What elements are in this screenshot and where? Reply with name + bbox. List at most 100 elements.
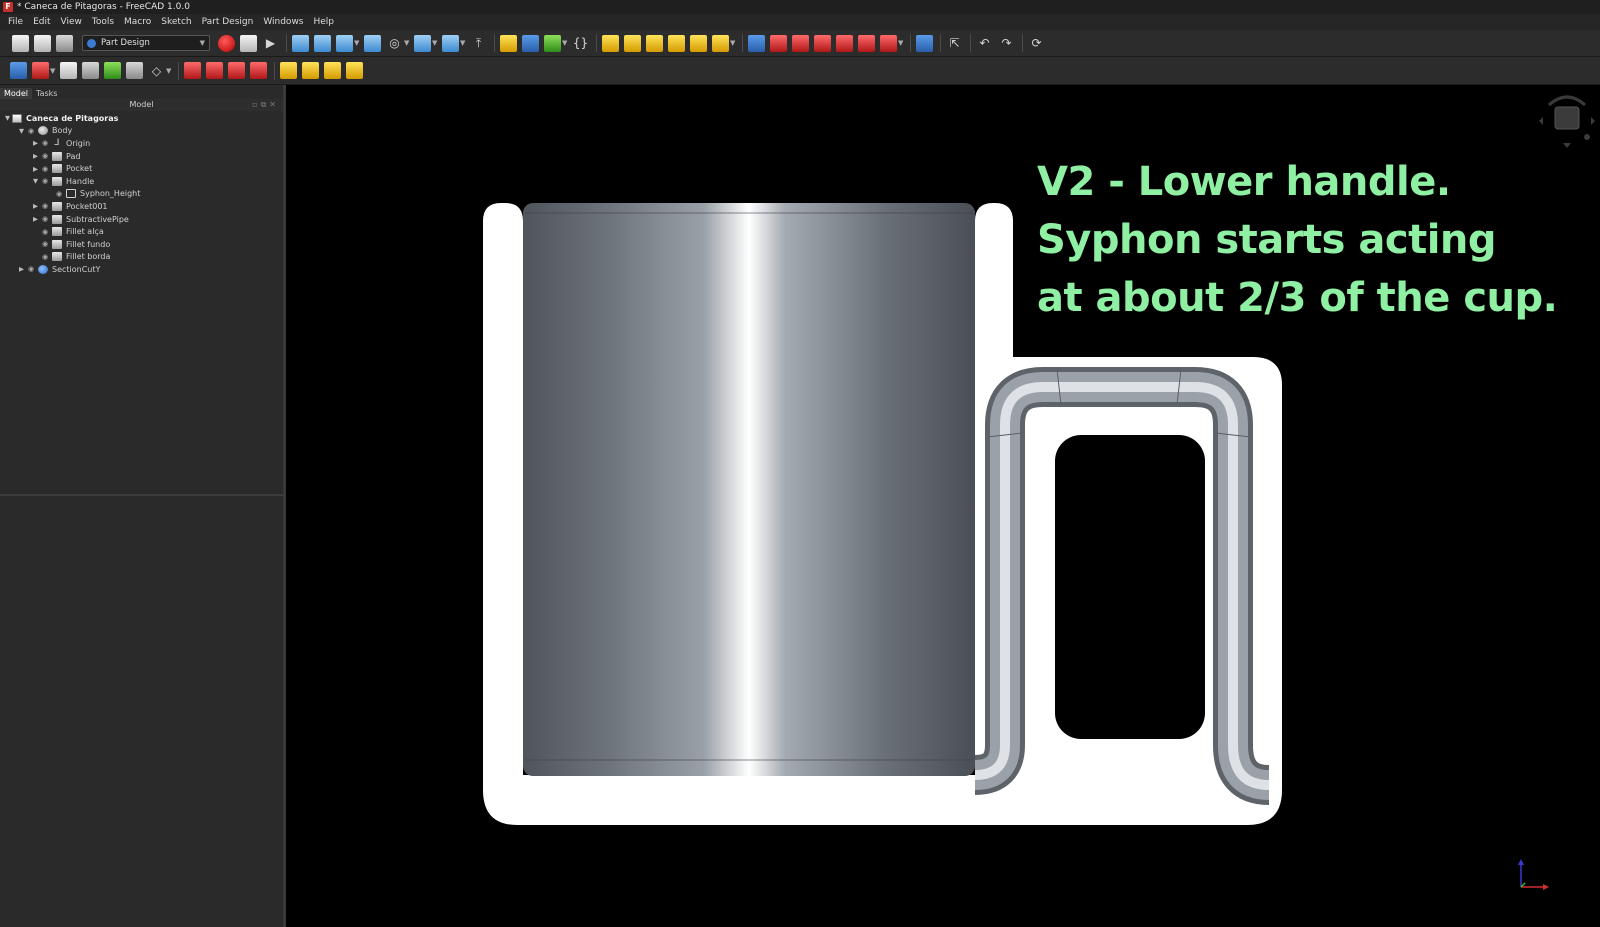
hole-icon[interactable] <box>770 34 787 52</box>
tree-item[interactable]: ▶ ◉ Pocket001 <box>0 200 283 213</box>
shape-binder-icon[interactable] <box>126 62 143 79</box>
collapsed-arrow-icon[interactable]: ▶ <box>17 265 26 273</box>
expanded-arrow-icon[interactable]: ▼ <box>17 127 26 135</box>
linear-pattern-icon[interactable] <box>302 62 319 79</box>
expanded-arrow-icon[interactable]: ▼ <box>31 177 40 185</box>
groove-icon[interactable] <box>792 34 809 52</box>
menu-windows[interactable]: Windows <box>263 17 303 27</box>
visibility-eye-icon[interactable]: ◉ <box>40 253 50 261</box>
menu-edit[interactable]: Edit <box>33 17 50 27</box>
chamfer-icon[interactable] <box>206 62 223 79</box>
menu-help[interactable]: Help <box>314 17 335 27</box>
tree-item[interactable]: ◉ Fillet fundo <box>0 238 283 251</box>
chevron-down-icon[interactable]: ▼ <box>354 39 360 47</box>
menu-file[interactable]: File <box>8 17 23 27</box>
tree-item[interactable]: ▶ ◉ ⅃ Origin <box>0 137 283 150</box>
expanded-arrow-icon[interactable]: ▼ <box>3 114 12 122</box>
tab-model[interactable]: Model <box>0 88 33 99</box>
menu-tools[interactable]: Tools <box>92 17 114 27</box>
collapsed-arrow-icon[interactable]: ▶ <box>31 202 40 210</box>
new-document-icon[interactable] <box>12 34 29 52</box>
tree-item[interactable]: ▼ ◉ Body <box>0 125 283 138</box>
macro-record-icon[interactable] <box>218 34 235 52</box>
attach-sketch-icon[interactable] <box>82 62 99 79</box>
visibility-eye-icon[interactable]: ◉ <box>40 240 50 248</box>
visibility-eye-icon[interactable]: ◉ <box>40 152 50 160</box>
tree-item[interactable]: ▶ ◉ SectionCutY <box>0 263 283 276</box>
fillet-icon[interactable] <box>184 62 201 79</box>
macro-editor-icon[interactable] <box>240 34 257 52</box>
visibility-eye-icon[interactable]: ◉ <box>40 215 50 223</box>
chevron-down-icon[interactable]: ▼ <box>166 67 172 75</box>
mirrored-icon[interactable] <box>280 62 297 79</box>
boolean-icon[interactable] <box>916 34 933 52</box>
macro-play-icon[interactable]: ▶ <box>262 35 279 52</box>
tab-tasks[interactable]: Tasks <box>32 88 61 99</box>
menu-macro[interactable]: Macro <box>124 17 151 27</box>
visibility-eye-icon[interactable]: ◉ <box>54 190 64 198</box>
datum-plane-icon[interactable]: ◇ <box>148 62 165 79</box>
navigation-cube-icon[interactable] <box>1537 87 1597 149</box>
bounding-box-icon[interactable] <box>364 34 381 52</box>
tree-item[interactable]: ▶ ◉ Pad <box>0 150 283 163</box>
save-document-icon[interactable] <box>56 34 73 52</box>
additive-pipe-icon[interactable] <box>668 34 685 52</box>
revolution-icon[interactable] <box>624 34 641 52</box>
draft-icon[interactable] <box>228 62 245 79</box>
subtractive-helix-icon[interactable] <box>858 34 875 52</box>
subtractive-loft-icon[interactable] <box>814 34 831 52</box>
chevron-down-icon[interactable]: ▼ <box>404 39 410 47</box>
validate-sketch-icon[interactable] <box>60 62 77 79</box>
visibility-eye-icon[interactable]: ◉ <box>26 265 36 273</box>
collapsed-arrow-icon[interactable]: ▶ <box>31 152 40 160</box>
whats-this-icon[interactable]: ⇱ <box>946 35 963 52</box>
tree-item[interactable]: ◉ Fillet alça <box>0 225 283 238</box>
panel-window-buttons[interactable]: ▫⧉✕ <box>252 99 279 111</box>
menu-sketch[interactable]: Sketch <box>161 17 191 27</box>
collapsed-arrow-icon[interactable]: ▶ <box>31 139 40 147</box>
collapsed-arrow-icon[interactable]: ▶ <box>31 165 40 173</box>
chevron-down-icon[interactable]: ▼ <box>898 39 904 47</box>
create-link-icon[interactable] <box>544 34 561 52</box>
tree-item[interactable]: ▼ Caneca de Pitagoras <box>0 112 283 125</box>
visibility-eye-icon[interactable]: ◉ <box>40 202 50 210</box>
chevron-down-icon[interactable]: ▼ <box>730 39 736 47</box>
additive-primitive-icon[interactable] <box>712 34 729 52</box>
link-icon[interactable]: ⤒ <box>470 35 487 52</box>
visibility-eye-icon[interactable]: ◉ <box>40 228 50 236</box>
chevron-down-icon[interactable]: ▼ <box>50 67 56 75</box>
polar-pattern-icon[interactable] <box>324 62 341 79</box>
visibility-eye-icon[interactable]: ◉ <box>40 165 50 173</box>
draw-style-icon[interactable]: ◎ <box>386 35 403 52</box>
pocket-icon[interactable] <box>748 34 765 52</box>
refresh-icon[interactable]: ⟳ <box>1028 35 1045 52</box>
datum-point-icon[interactable] <box>104 62 121 79</box>
visibility-eye-icon[interactable]: ◉ <box>40 177 50 185</box>
chevron-down-icon[interactable]: ▼ <box>460 39 466 47</box>
tree-item[interactable]: ▶ ◉ SubtractivePipe <box>0 213 283 226</box>
std-views-icon[interactable] <box>414 34 431 52</box>
thickness-icon[interactable] <box>250 62 267 79</box>
subtractive-pipe-icon[interactable] <box>836 34 853 52</box>
create-group-icon[interactable] <box>522 34 539 52</box>
open-document-icon[interactable] <box>34 34 51 52</box>
collapsed-arrow-icon[interactable]: ▶ <box>31 215 40 223</box>
pad-icon[interactable] <box>602 34 619 52</box>
menu-part-design[interactable]: Part Design <box>202 17 254 27</box>
subtractive-primitive-icon[interactable] <box>880 34 897 52</box>
create-part-icon[interactable] <box>500 34 517 52</box>
fit-all-icon[interactable] <box>292 34 309 52</box>
workbench-selector[interactable]: Part Design ▼ <box>82 35 210 51</box>
additive-helix-icon[interactable] <box>690 34 707 52</box>
additive-loft-icon[interactable] <box>646 34 663 52</box>
tree-item[interactable]: ▶ ◉ Pocket <box>0 162 283 175</box>
visibility-eye-icon[interactable]: ◉ <box>26 127 36 135</box>
redo-icon[interactable]: ↷ <box>998 35 1015 52</box>
visibility-eye-icon[interactable]: ◉ <box>40 139 50 147</box>
create-body-icon[interactable] <box>10 62 27 79</box>
3d-viewport[interactable]: V2 - Lower handle. Syphon starts acting … <box>289 85 1600 927</box>
tree-item[interactable]: ◉ Syphon_Height <box>0 188 283 201</box>
variable-set-icon[interactable]: {} <box>572 35 589 52</box>
fit-selection-icon[interactable] <box>314 34 331 52</box>
measure-icon[interactable] <box>442 34 459 52</box>
